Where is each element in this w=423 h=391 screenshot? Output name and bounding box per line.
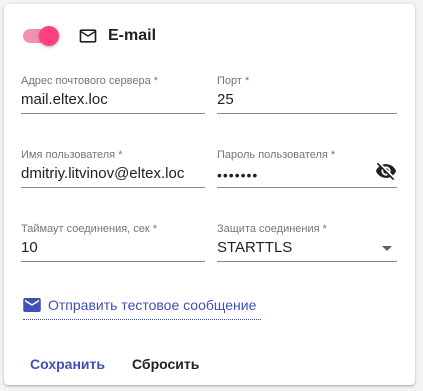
username-field-underline [21, 187, 205, 188]
send-test-message-link[interactable]: Отправить тестовое сообщение [23, 295, 261, 321]
security-field-underline [217, 261, 397, 262]
eye-off-icon[interactable] [375, 160, 397, 182]
envelope-filled-icon [23, 298, 41, 312]
username-field[interactable]: Имя пользователя * dmitriy.litvinov@elte… [21, 148, 205, 190]
server-field-underline [21, 113, 205, 114]
password-field[interactable]: Пароль пользователя * ••••••• [217, 148, 397, 190]
port-field-label: Порт * [217, 75, 250, 87]
link-dotted-underline [23, 319, 261, 320]
server-field-label: Адрес почтового сервера * [21, 75, 159, 87]
timeout-field-underline [21, 261, 205, 262]
security-select[interactable]: Защита соединения * STARTTLS [217, 222, 397, 264]
password-field-label: Пароль пользователя * [217, 149, 336, 161]
username-input[interactable]: dmitriy.litvinov@eltex.loc [21, 164, 205, 184]
port-field[interactable]: Порт * 25 [217, 74, 397, 116]
password-field-underline [217, 187, 397, 188]
server-field[interactable]: Адрес почтового сервера * mail.eltex.loc [21, 74, 205, 116]
email-settings-card: E-mail Адрес почтового сервера * mail.el… [4, 4, 415, 385]
security-field-label: Защита соединения * [217, 223, 327, 235]
save-button[interactable]: Сохранить [30, 346, 105, 382]
security-selected-value[interactable]: STARTTLS [217, 238, 397, 258]
send-test-message-label[interactable]: Отправить тестовое сообщение [48, 296, 256, 314]
port-input[interactable]: 25 [217, 90, 397, 110]
dropdown-arrow-icon[interactable] [382, 246, 392, 251]
timeout-field[interactable]: Таймаут соединения, сек * 10 [21, 222, 205, 264]
password-input[interactable]: ••••••• [217, 165, 397, 185]
email-enabled-toggle[interactable] [23, 26, 59, 46]
card-title: E-mail [108, 27, 157, 44]
envelope-outline-icon [79, 29, 97, 43]
username-field-label: Имя пользователя * [21, 149, 123, 161]
server-input[interactable]: mail.eltex.loc [21, 90, 205, 110]
toggle-thumb [39, 26, 59, 46]
card-header: E-mail [4, 4, 415, 60]
timeout-field-label: Таймаут соединения, сек * [21, 223, 158, 235]
reset-button[interactable]: Сбросить [132, 346, 199, 382]
port-field-underline [217, 113, 397, 114]
timeout-input[interactable]: 10 [21, 238, 205, 258]
